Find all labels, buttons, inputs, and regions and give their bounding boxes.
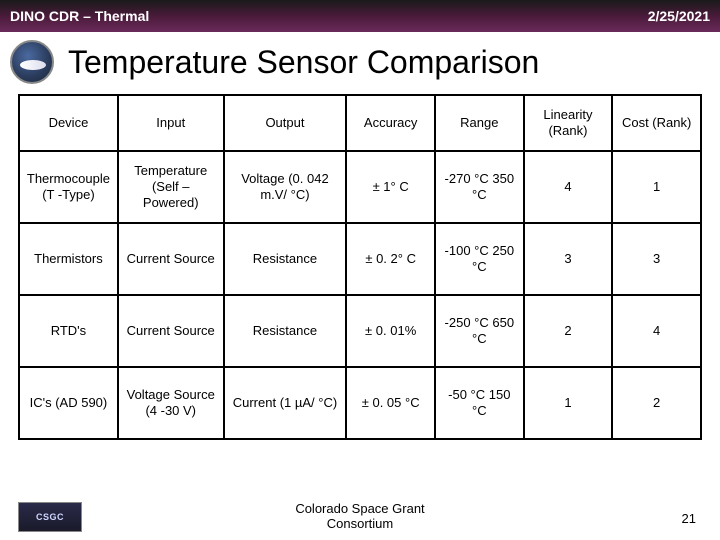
planet-logo-icon bbox=[10, 40, 54, 84]
cell-linearity: 3 bbox=[524, 223, 613, 295]
table-row: IC's (AD 590) Voltage Source (4 -30 V) C… bbox=[19, 367, 701, 439]
footer-org: Colorado Space Grant Consortium bbox=[295, 501, 424, 532]
col-device: Device bbox=[19, 95, 118, 151]
header-left: DINO CDR – Thermal bbox=[10, 8, 149, 24]
header-date: 2/25/2021 bbox=[648, 8, 710, 24]
footer: CSGC Colorado Space Grant Consortium 21 bbox=[0, 501, 720, 532]
cell-range: -50 °C 150 °C bbox=[435, 367, 524, 439]
page-number: 21 bbox=[682, 511, 696, 526]
cell-input: Current Source bbox=[118, 295, 224, 367]
cell-range: -250 °C 650 °C bbox=[435, 295, 524, 367]
col-accuracy: Accuracy bbox=[346, 95, 435, 151]
col-linearity: Linearity (Rank) bbox=[524, 95, 613, 151]
col-input: Input bbox=[118, 95, 224, 151]
cell-cost: 2 bbox=[612, 367, 701, 439]
cell-device: IC's (AD 590) bbox=[19, 367, 118, 439]
col-output: Output bbox=[224, 95, 347, 151]
cell-device: Thermistors bbox=[19, 223, 118, 295]
cell-device: RTD's bbox=[19, 295, 118, 367]
cell-accuracy: ± 0. 05 °C bbox=[346, 367, 435, 439]
csgc-logo-icon: CSGC bbox=[18, 502, 82, 532]
cell-cost: 3 bbox=[612, 223, 701, 295]
cell-range: -270 °C 350 °C bbox=[435, 151, 524, 223]
cell-output: Voltage (0. 042 m.V/ °C) bbox=[224, 151, 347, 223]
cell-accuracy: ± 0. 01% bbox=[346, 295, 435, 367]
comparison-table-wrap: Device Input Output Accuracy Range Linea… bbox=[0, 88, 720, 440]
title-row: Temperature Sensor Comparison bbox=[0, 32, 720, 88]
cell-input: Temperature (Self – Powered) bbox=[118, 151, 224, 223]
cell-accuracy: ± 0. 2° C bbox=[346, 223, 435, 295]
cell-linearity: 2 bbox=[524, 295, 613, 367]
cell-input: Voltage Source (4 -30 V) bbox=[118, 367, 224, 439]
cell-device: Thermocouple (T -Type) bbox=[19, 151, 118, 223]
table-row: RTD's Current Source Resistance ± 0. 01%… bbox=[19, 295, 701, 367]
page-title: Temperature Sensor Comparison bbox=[68, 44, 539, 81]
col-cost: Cost (Rank) bbox=[612, 95, 701, 151]
table-header-row: Device Input Output Accuracy Range Linea… bbox=[19, 95, 701, 151]
cell-linearity: 4 bbox=[524, 151, 613, 223]
cell-cost: 1 bbox=[612, 151, 701, 223]
footer-org-line1: Colorado Space Grant bbox=[295, 501, 424, 517]
header-bar: DINO CDR – Thermal 2/25/2021 bbox=[0, 0, 720, 32]
cell-range: -100 °C 250 °C bbox=[435, 223, 524, 295]
cell-cost: 4 bbox=[612, 295, 701, 367]
table-row: Thermocouple (T -Type) Temperature (Self… bbox=[19, 151, 701, 223]
table-row: Thermistors Current Source Resistance ± … bbox=[19, 223, 701, 295]
col-range: Range bbox=[435, 95, 524, 151]
cell-output: Resistance bbox=[224, 295, 347, 367]
comparison-table: Device Input Output Accuracy Range Linea… bbox=[18, 94, 702, 440]
cell-input: Current Source bbox=[118, 223, 224, 295]
footer-org-line2: Consortium bbox=[295, 516, 424, 532]
cell-output: Current (1 µA/ °C) bbox=[224, 367, 347, 439]
cell-output: Resistance bbox=[224, 223, 347, 295]
cell-accuracy: ± 1° C bbox=[346, 151, 435, 223]
cell-linearity: 1 bbox=[524, 367, 613, 439]
